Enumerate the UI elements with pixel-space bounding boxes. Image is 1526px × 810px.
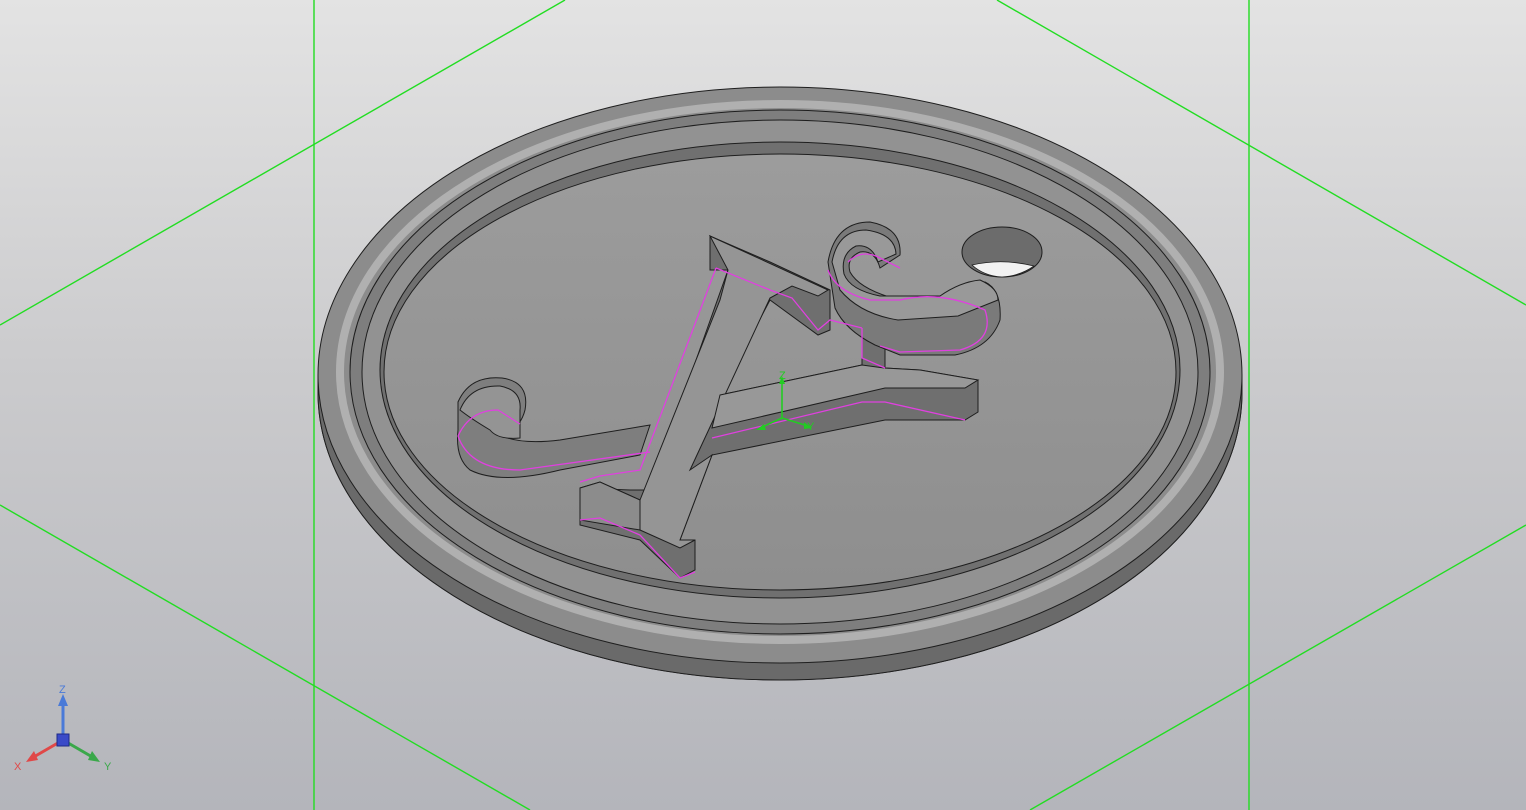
- origin-cube-icon[interactable]: [56, 733, 70, 747]
- view-z-label: Z: [59, 684, 66, 696]
- view-x-label: X: [14, 761, 22, 773]
- view-orientation-triad[interactable]: Z X Y: [0, 670, 130, 800]
- view-y-label: Y: [104, 761, 112, 773]
- x-arrow-icon: [26, 751, 38, 762]
- 3d-viewport[interactable]: Z Y Z X Y: [0, 0, 1526, 810]
- y-arrow-icon: [88, 751, 100, 762]
- model-scene: Z Y: [0, 0, 1526, 810]
- origin-z-label: Z: [779, 370, 786, 382]
- origin-y-label: Y: [807, 421, 815, 433]
